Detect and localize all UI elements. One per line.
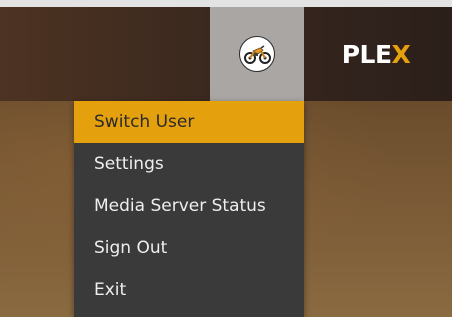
menu-item-exit[interactable]: Exit xyxy=(74,269,304,311)
avatar xyxy=(239,36,275,72)
plex-logo: PLEX xyxy=(304,7,452,101)
logo-prefix: PLE xyxy=(341,39,392,69)
menu-item-switch-user[interactable]: Switch User xyxy=(74,101,304,143)
user-dropdown-menu: Switch User Settings Media Server Status… xyxy=(74,101,304,317)
menu-item-media-server-status[interactable]: Media Server Status xyxy=(74,185,304,227)
browser-top-strip xyxy=(0,0,452,7)
motorcycle-avatar-icon xyxy=(244,45,271,64)
menu-item-sign-out[interactable]: Sign Out xyxy=(74,227,304,269)
logo-text: PLEX xyxy=(342,40,411,69)
menu-item-settings[interactable]: Settings xyxy=(74,143,304,185)
logo-accent-letter: X xyxy=(391,39,411,69)
user-avatar-button[interactable] xyxy=(210,7,304,101)
